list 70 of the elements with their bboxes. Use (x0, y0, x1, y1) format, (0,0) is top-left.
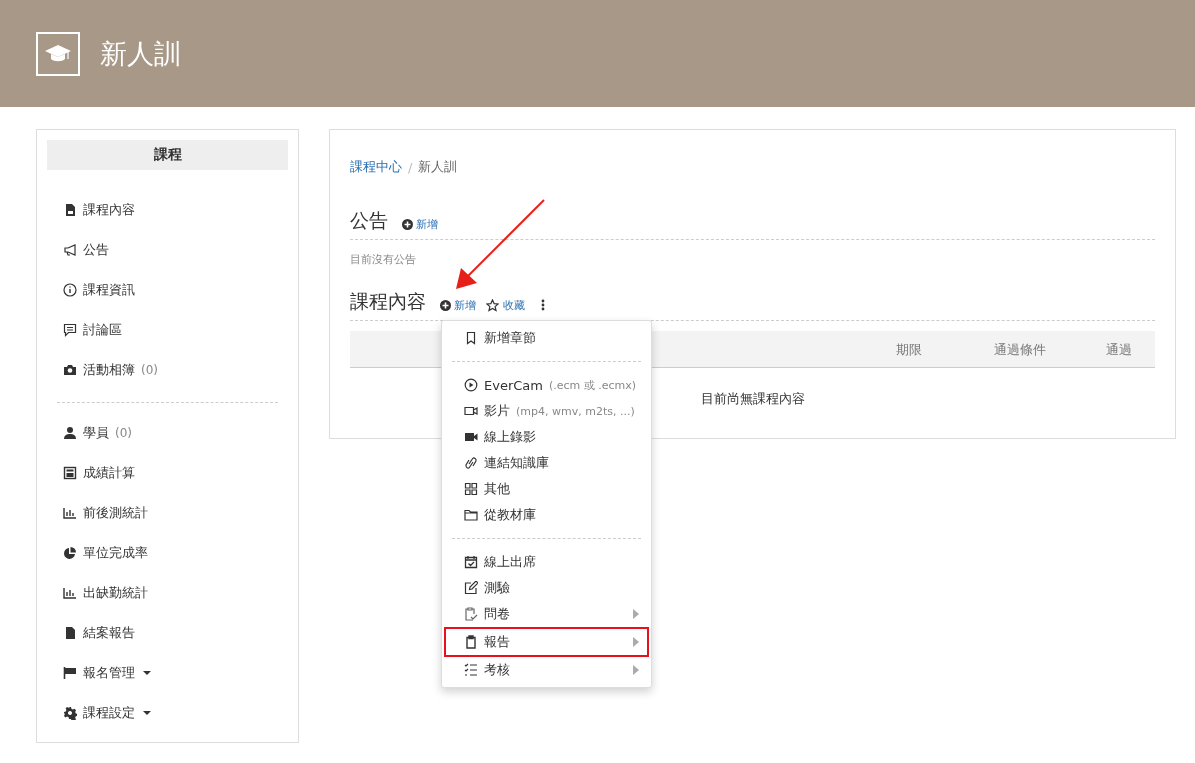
sidebar-item[interactable]: 課程資訊 (63, 270, 288, 310)
section-heading: 課程內容 (350, 289, 426, 314)
bar-chart-icon (63, 506, 77, 520)
menu-item[interactable]: 測驗 (444, 575, 649, 601)
menu-item[interactable]: 報告 (444, 627, 649, 657)
camcorder-icon (464, 430, 478, 444)
clipboard-icon (464, 635, 478, 649)
file-icon (63, 626, 77, 640)
add-button[interactable]: 新增 (440, 298, 476, 315)
sidebar-item[interactable]: 課程設定 (63, 693, 288, 733)
sidebar-item[interactable]: 課程內容 (63, 190, 288, 230)
menu-item[interactable]: 影片 (mp4, wmv, m2ts, ...) (444, 398, 649, 424)
menu-item[interactable]: 問卷 (444, 601, 649, 627)
sidebar-item[interactable]: 結案報告 (63, 613, 288, 653)
sidebar-item[interactable]: 討論區 (63, 310, 288, 350)
empty-message: 目前尚無課程內容 (699, 390, 806, 408)
sidebar-item[interactable]: 成績計算 (63, 453, 288, 493)
star-icon (486, 299, 499, 312)
clipboard-check-icon (464, 607, 478, 621)
column-header: 通過 (1106, 341, 1132, 359)
play-icon (464, 378, 478, 392)
user-icon (63, 426, 77, 440)
edit-icon (464, 581, 478, 595)
column-header: 通過條件 (994, 341, 1046, 359)
breadcrumb-link[interactable]: 課程中心 (350, 158, 402, 176)
camera-icon (63, 363, 77, 377)
sidebar-heading: 課程 (47, 140, 288, 170)
favorite-button[interactable]: 收藏 (486, 298, 525, 315)
menu-item[interactable]: 考核 (444, 657, 649, 683)
pie-chart-icon (63, 546, 77, 560)
menu-item[interactable]: 從教材庫 (444, 502, 649, 528)
checklist-icon (464, 663, 478, 677)
megaphone-icon (63, 243, 77, 257)
more-icon[interactable] (541, 299, 545, 311)
gear-icon (63, 706, 77, 720)
sidebar-item[interactable]: 出缺勤統計 (63, 573, 288, 613)
section-heading: 公告 (350, 208, 388, 233)
folder-icon (464, 508, 478, 522)
menu-item[interactable]: 連結知識庫 (444, 450, 649, 476)
sidebar-item[interactable]: 公告 (63, 230, 288, 270)
flag-icon (63, 666, 77, 680)
menu-item[interactable]: 其他 (444, 476, 649, 502)
column-header: 期限 (896, 341, 922, 359)
menu-item[interactable]: 新增章節 (444, 325, 649, 351)
calculator-icon (63, 466, 77, 480)
add-button[interactable]: 新增 (402, 217, 438, 234)
menu-item[interactable]: 線上出席 (444, 549, 649, 575)
menu-item[interactable]: 線上錄影 (444, 424, 649, 450)
info-icon (63, 283, 77, 297)
video-camera-icon (464, 404, 478, 418)
graduation-cap-icon (36, 31, 80, 76)
sidebar-item[interactable]: 學員 (0) (63, 413, 288, 453)
sidebar-item[interactable]: 活動相簿 (0) (63, 350, 288, 390)
breadcrumb-separator: / (408, 159, 413, 175)
sidebar-item[interactable]: 報名管理 (63, 653, 288, 693)
page-title: 新人訓 (100, 36, 181, 71)
page-name: 新人訓 (418, 158, 458, 176)
bar-chart-icon (63, 586, 77, 600)
sidebar-item[interactable]: 單位完成率 (63, 533, 288, 573)
link-icon (464, 456, 478, 470)
menu-item[interactable]: EverCam (.ecm 或 .ecmx) (444, 372, 649, 398)
grid-icon (464, 482, 478, 496)
bookmark-icon (464, 331, 478, 345)
calendar-check-icon (464, 555, 478, 569)
sidebar-item[interactable]: 前後測統計 (63, 493, 288, 533)
plus-circle-icon (402, 219, 413, 230)
file-icon (63, 203, 77, 217)
chat-icon (63, 323, 77, 337)
plus-circle-icon (440, 300, 451, 311)
empty-message: 目前沒有公告 (350, 252, 417, 267)
